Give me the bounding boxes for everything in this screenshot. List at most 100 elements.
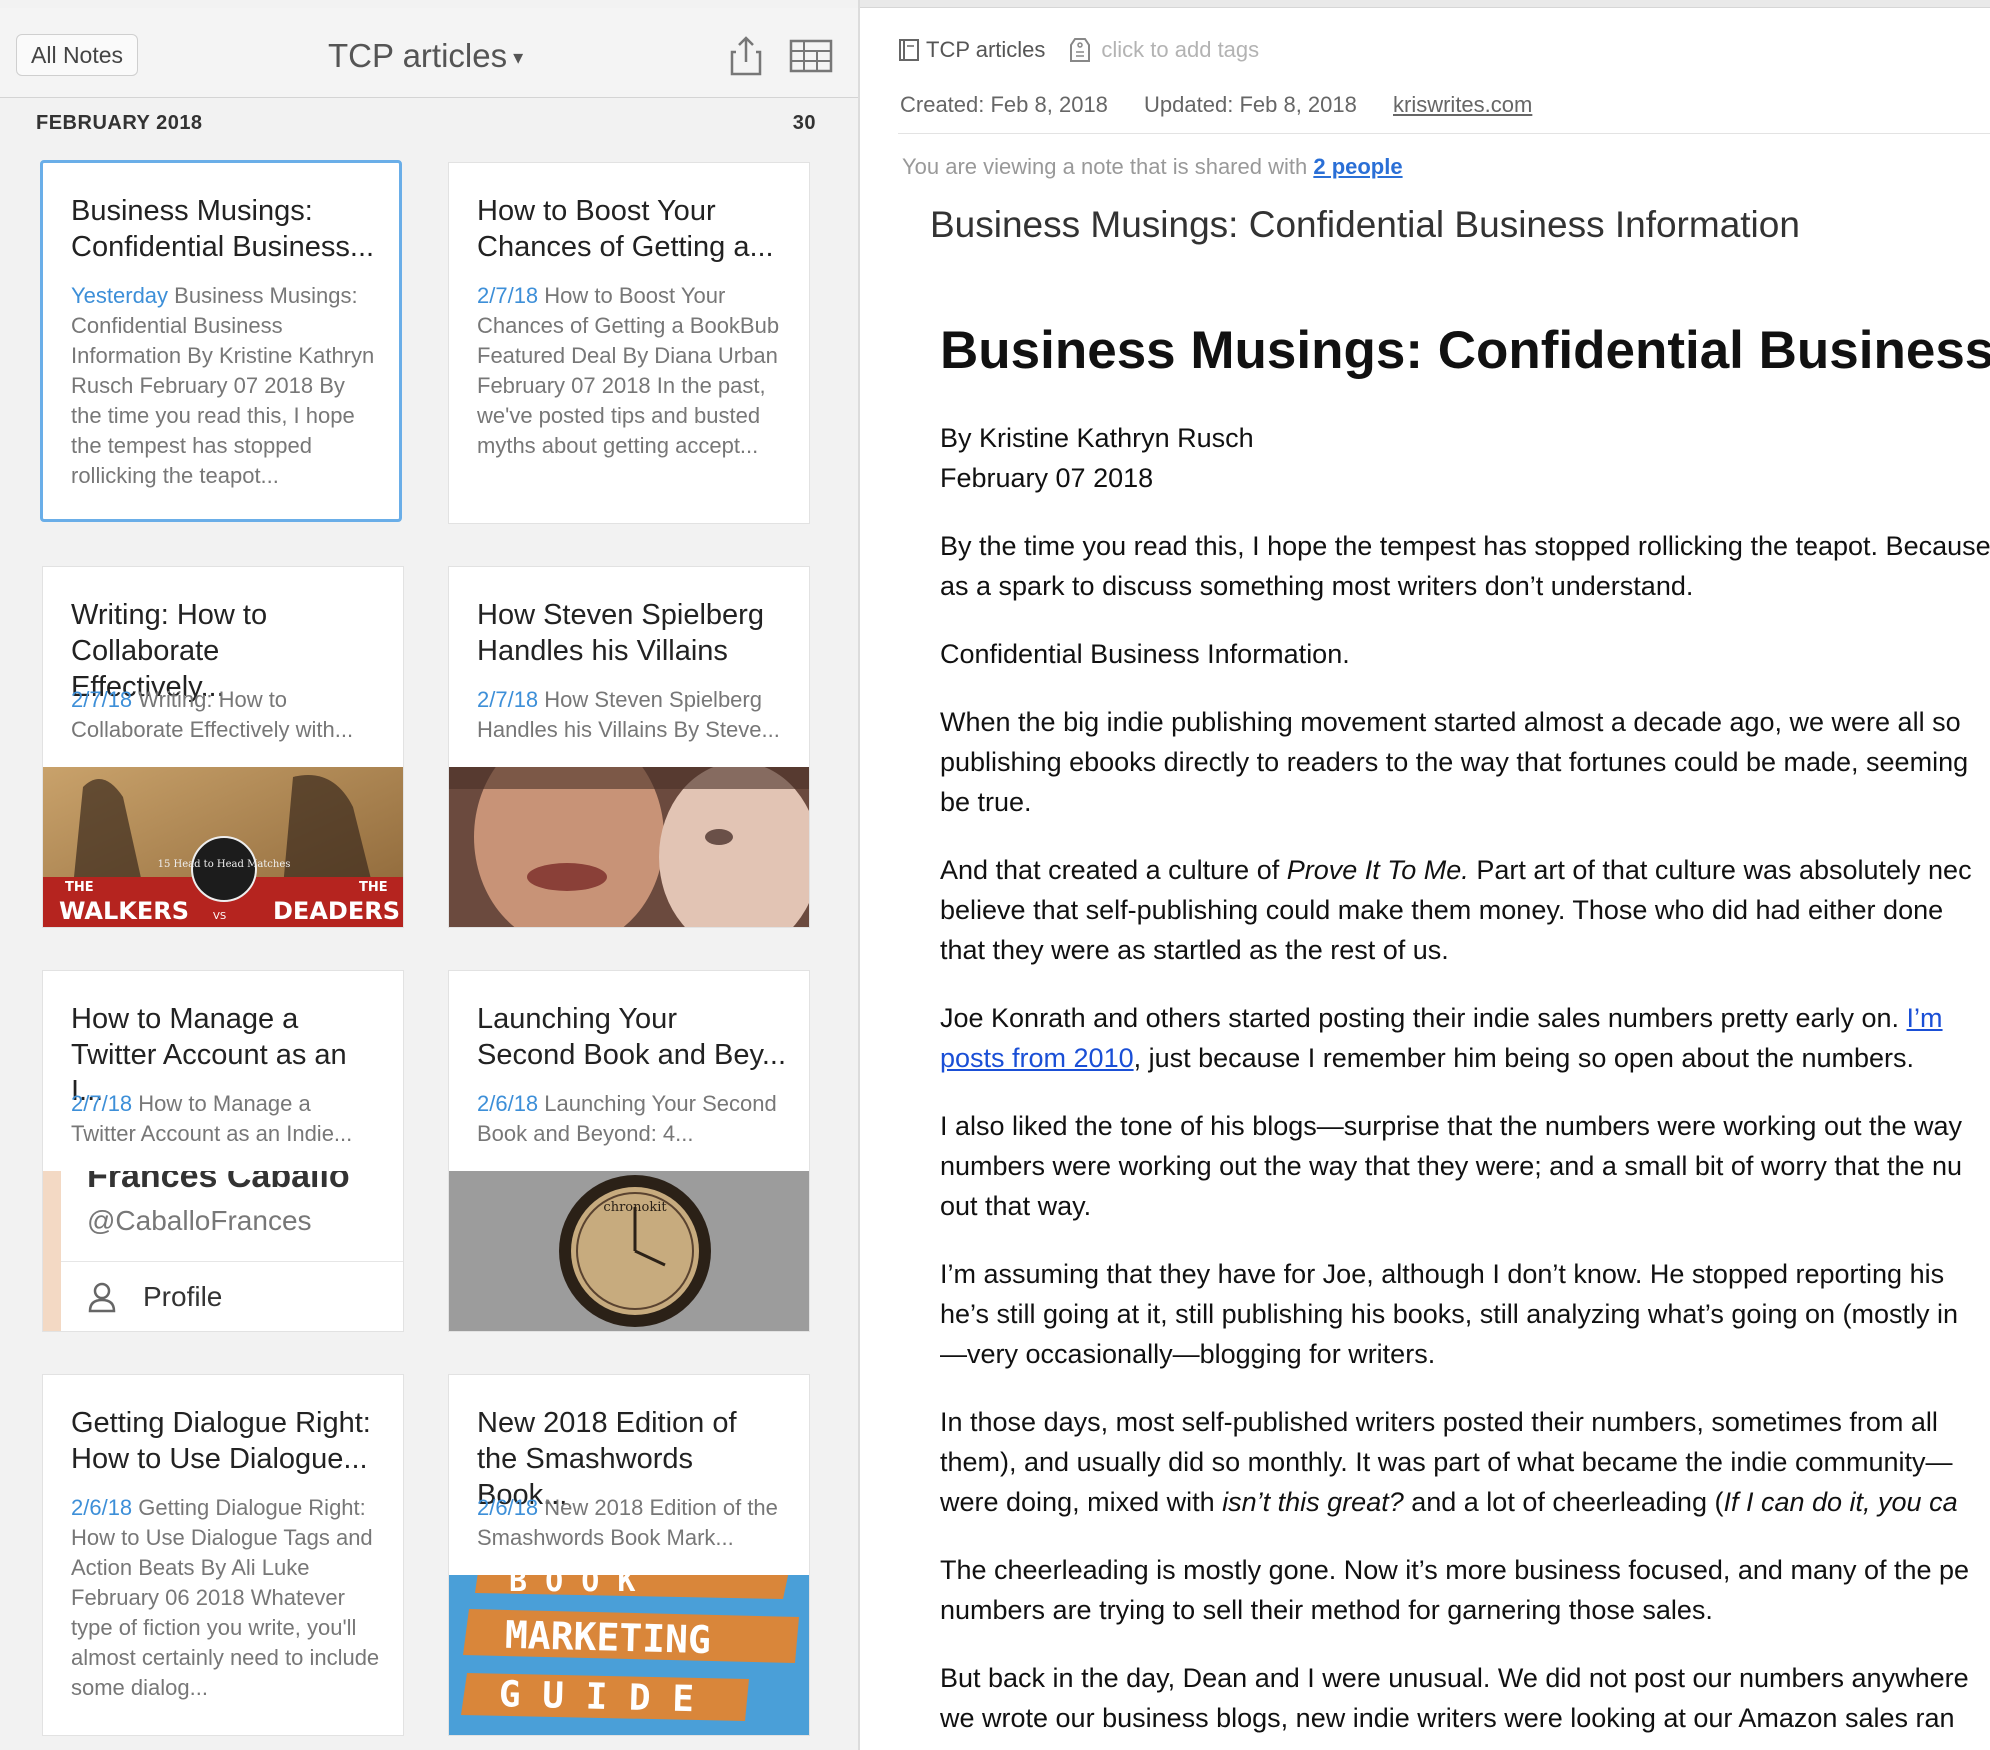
paragraph-line: By the time you read this, I hope the te… [940,531,1990,561]
thumb-text-the-right: THE [359,880,388,895]
paragraph-line: be true. [940,787,1032,817]
article-author: By Kristine Kathryn Rusch [940,423,1254,453]
all-notes-button[interactable]: All Notes [16,34,139,76]
note-dates: Created: Feb 8, 2018 Updated: Feb 8, 201… [900,92,1562,118]
tags-placeholder: click to add tags [1101,37,1260,62]
note-card-title: Business Musings: Confidential Business.… [71,193,381,265]
note-card-title-line: Business Musings: [71,195,313,227]
thumb-text-guide: G U I D E [498,1674,694,1720]
paragraph-text: And that created a culture of [940,855,1287,885]
article-paragraph: In those days, most self-published write… [940,1402,1990,1522]
paragraph-text: Part art of that culture was absolutely … [1468,855,1972,885]
notebook-selector[interactable]: TCP articles ▾ [328,34,523,80]
paragraph-line: But back in the day, Dean and I were unu… [940,1663,1969,1693]
note-body[interactable]: Business Musings: Confidential Business … [940,318,1990,1750]
paragraph-line: believe that self-publishing could make … [940,895,1944,925]
paragraph-line: we wrote our business blogs, new indie w… [940,1703,1955,1733]
thumb-profile-label: Profile [143,1281,223,1312]
paragraph-line: I also liked the tone of his blogs—surpr… [940,1111,1963,1141]
note-card-snippet: 2/6/18 Getting Dialogue Right: How to Us… [71,1493,381,1703]
paragraph-line: When the big indie publishing movement s… [940,707,1961,737]
paragraph-text: Joe Konrath and others started posting t… [940,1003,1907,1033]
paragraph-emphasis: If I can do it, you ca [1723,1487,1958,1517]
note-card-date: 2/6/18 [477,1495,539,1520]
paragraph-line: In those days, most self-published write… [940,1407,1938,1437]
section-month: FEBRUARY 2018 [36,112,203,134]
article-paragraph: Joe Konrath and others started posting t… [940,998,1990,1078]
paragraph-line: them), and usually did so monthly. It wa… [940,1447,1953,1477]
note-card-title-line: How to Use Dialogue... [71,1443,368,1475]
thumb-handle: @CaballoFrances [87,1205,312,1236]
note-card-smashwords[interactable]: New 2018 Edition of the Smashwords Book.… [448,1374,810,1736]
paragraph-line: I’m assuming that they have for Joe, alt… [940,1259,1945,1289]
movie-still-image [449,767,809,927]
pocket-watch-image: chronokit [449,1171,809,1331]
note-card-title-line: Writing: How to [71,599,268,631]
note-card-thumbnail-walkers: 15 Head to Head Matches THE THE WALKERS … [43,767,403,927]
article-paragraph: And that created a culture of Prove It T… [940,850,1990,970]
grid-view-icon[interactable] [788,34,834,78]
note-card-spielberg[interactable]: How Steven Spielberg Handles his Villain… [448,566,810,928]
note-card-date: 2/7/18 [477,687,539,712]
note-card-snippet: 2/7/18 How Steven Spielberg Handles his … [477,685,787,745]
note-list-pane: All Notes TCP articles ▾ FEBRUARY 2018 30… [0,0,860,1750]
book-marketing-guide-image: B O O K MARKETING G U I D E [449,1575,809,1735]
paragraph-line: that they were as startled as the rest o… [940,935,1449,965]
walkers-deaders-image: 15 Head to Head Matches THE THE WALKERS … [43,767,403,927]
share-icon[interactable] [724,34,768,78]
note-card-thumbnail-marketing: B O O K MARKETING G U I D E [449,1575,809,1735]
thumb-divider [61,1261,403,1262]
paragraph-line: numbers were working out the way that th… [940,1151,1963,1181]
paragraph-line: numbers are trying to sell their method … [940,1595,1713,1625]
note-card-title-line: Handles his Villains [477,635,728,667]
paragraph-emphasis: isn’t this great? [1222,1487,1404,1517]
note-meta-bar: TCP articles click to add tags [898,30,1259,70]
paragraph-line: Confidential Business Information. [940,639,1350,669]
thumb-text-deaders: DEADERS [273,897,400,925]
paragraph-line: The cheerleading is mostly gone. Now it’… [940,1555,1970,1585]
thumb-text-vs: VS [213,911,226,922]
article-paragraph: By the time you read this, I hope the te… [940,526,1990,606]
notebook-title: TCP articles [328,37,508,74]
source-url-link[interactable]: kriswrites.com [1393,92,1532,117]
note-card-date: Yesterday [71,283,169,308]
tag-icon [1070,38,1091,62]
article-heading: Business Musings: Confidential Business … [940,321,1990,380]
shared-notice-text: You are viewing a note that is shared wi… [902,154,1314,179]
note-card-date: 2/7/18 [477,283,539,308]
note-card-snippet: Yesterday Business Musings: Confidential… [71,281,381,491]
note-card-bookbub[interactable]: How to Boost Your Chances of Getting a..… [448,162,810,524]
note-title[interactable]: Business Musings: Confidential Business … [930,204,1800,246]
article-paragraph: Confidential Business Information. [940,634,1990,674]
updated-date: Updated: Feb 8, 2018 [1144,92,1357,117]
note-card-date: 2/7/18 [71,687,133,712]
note-notebook[interactable]: TCP articles [898,37,1045,63]
note-card-snippet-text: Getting Dialogue Right: How to Use Dialo… [71,1495,380,1700]
note-card-twitter[interactable]: How to Manage a Twitter Account as an I.… [42,970,404,1332]
konrath-posts-link[interactable]: I’m [1907,1003,1943,1033]
note-card-title-line: Getting Dialogue Right: [71,1407,371,1439]
note-card-title-line: Second Book and Bey... [477,1039,787,1071]
note-card-title: How Steven Spielberg Handles his Villain… [477,597,787,669]
shared-notice: You are viewing a note that is shared wi… [902,154,1403,180]
section-count: 30 [792,112,816,134]
chevron-down-icon: ▾ [513,47,524,70]
thumb-text-marketing: MARKETING [504,1613,711,1662]
note-card-snippet: 2/7/18 Writing: How to Collaborate Effec… [71,685,381,745]
article-byline: By Kristine Kathryn Rusch February 07 20… [940,418,1990,498]
note-card-snippet-text: How to Boost Your Chances of Getting a B… [477,283,780,458]
note-card-dialogue[interactable]: Getting Dialogue Right: How to Use Dialo… [42,1374,404,1736]
tags-field[interactable]: click to add tags [1069,37,1259,63]
note-card-collaborate[interactable]: Writing: How to Collaborate Effectively.… [42,566,404,928]
paragraph-line: as a spark to discuss something most wri… [940,571,1694,601]
shared-people-link[interactable]: 2 people [1313,154,1402,179]
note-card-title-line: New 2018 Edition of [477,1407,737,1439]
posts-from-2010-link[interactable]: posts from 2010 [940,1043,1134,1073]
article-paragraph: The cheerleading is mostly gone. Now it’… [940,1550,1990,1630]
note-card-second-book[interactable]: Launching Your Second Book and Bey... 2/… [448,970,810,1332]
created-date: Created: Feb 8, 2018 [900,92,1108,117]
paragraph-line: he’s still going at it, still publishing… [940,1299,1959,1329]
note-card-business-musings[interactable]: Business Musings: Confidential Business.… [40,160,402,522]
note-card-thumbnail-twitter: Frances Caballo @CaballoFrances Profile [43,1171,403,1331]
note-card-title-line: Confidential Business... [71,231,375,263]
